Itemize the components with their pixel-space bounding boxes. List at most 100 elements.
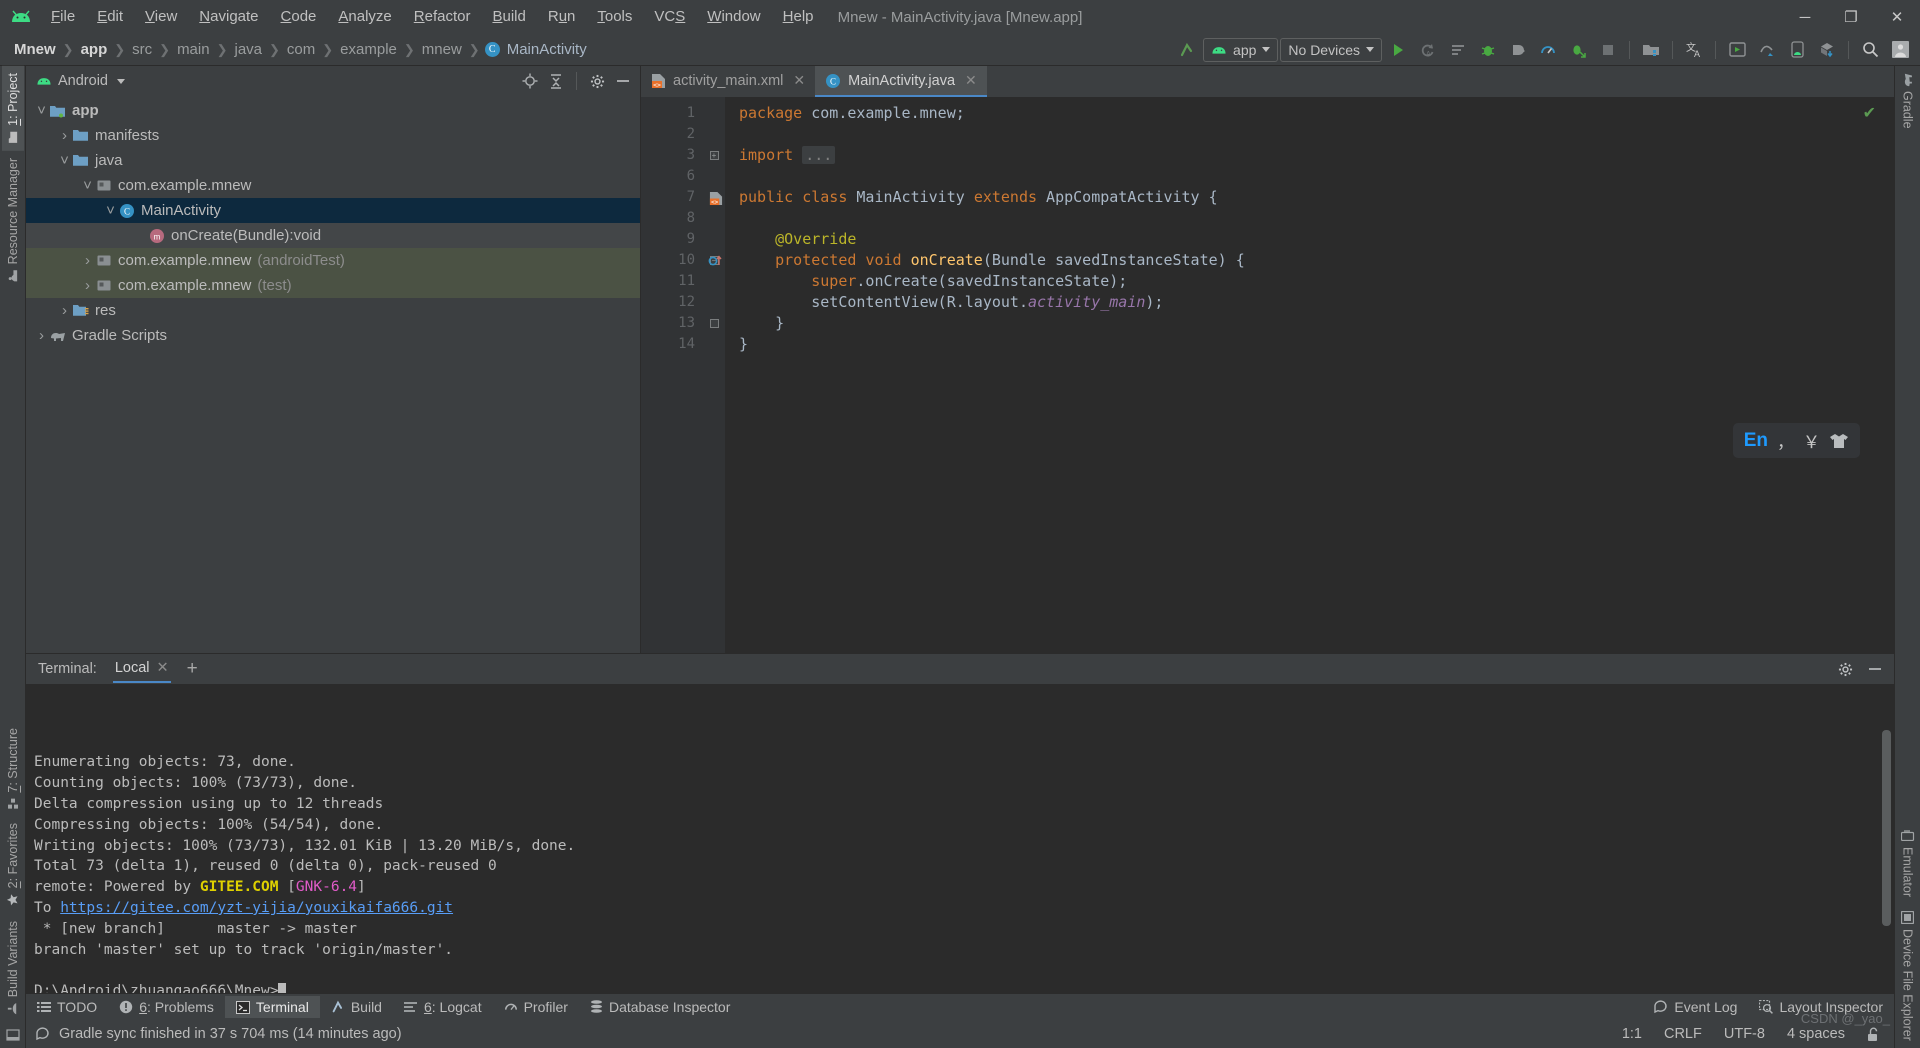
menu-file[interactable]: File [40,4,86,30]
chevron-down-icon[interactable]: ˅ [103,202,118,219]
breadcrumb-item-6[interactable]: example [338,41,399,58]
profiler-icon[interactable] [1534,37,1562,63]
override-method-gutter-icon[interactable] [707,252,725,270]
terminal-scrollbar[interactable] [1882,730,1891,926]
locate-icon[interactable] [519,70,541,92]
sidebar-item-emulator[interactable]: Emulator [1897,821,1919,904]
project-view-selector[interactable]: Android [36,73,125,89]
menu-bar[interactable]: File Edit View Navigate Code Analyze Ref… [40,4,825,30]
tool-button-database-inspector[interactable]: Database Inspector [579,996,741,1018]
tool-button-event-log[interactable]: Event Log [1643,996,1748,1018]
file-encoding[interactable]: UTF-8 [1724,1026,1765,1042]
tool-button-todo[interactable]: TODO [26,996,108,1018]
tool-button-problems[interactable]: 6: Problems [108,996,225,1018]
add-terminal-tab-button[interactable]: + [187,658,198,680]
chevron-right-icon[interactable]: › [80,277,95,294]
terminal-tab-local[interactable]: Local ✕ [112,655,171,683]
plus-icon[interactable]: + [709,151,719,160]
ime-punctuation-toggle[interactable]: ， [1777,428,1794,453]
avd-manager-icon[interactable] [1723,37,1751,63]
attach-debugger-icon[interactable] [1504,37,1532,63]
search-everywhere-icon[interactable] [1856,37,1884,63]
unlocked-icon[interactable] [1867,1027,1880,1042]
ime-floating-toolbar[interactable]: En ， ￥ [1732,423,1860,458]
sdk-download-icon[interactable] [1813,37,1841,63]
breadcrumb-item-4[interactable]: java [232,41,264,58]
make-project-icon[interactable] [1173,37,1201,63]
ime-language-label[interactable]: En [1744,430,1768,452]
breadcrumb-item-7[interactable]: mnew [420,41,464,58]
sidebar-item-structure[interactable]: 7: Structure [2,721,24,817]
tree-row-res[interactable]: › res [26,298,640,323]
hide-icon[interactable] [1864,658,1886,680]
tree-row-package-test[interactable]: › com.example.mnew (test) [26,273,640,298]
sidebar-item-device-file-explorer[interactable]: Device File Explorer [1897,904,1919,1048]
sidebar-item-gradle[interactable]: Gradle [1896,66,1919,136]
inspection-status-icon[interactable]: ✔ [1863,103,1876,123]
fold-end-icon[interactable] [709,319,719,328]
menu-window[interactable]: Window [696,4,771,30]
run-icon[interactable] [1384,37,1412,63]
debug-icon[interactable] [1474,37,1502,63]
hide-icon[interactable] [612,70,634,92]
close-icon[interactable]: ✕ [157,660,169,676]
breadcrumb-item-0[interactable]: Mnew [12,41,58,58]
device-selector[interactable]: No Devices [1280,37,1382,62]
sidebar-item-resource-manager[interactable]: Resource Manager [2,151,24,289]
tab-activity-main-xml[interactable]: <> activity_main.xml ✕ [641,66,815,97]
close-icon[interactable]: ✕ [965,72,977,89]
chevron-down-icon[interactable]: ˅ [57,152,72,169]
chevron-right-icon[interactable]: › [57,127,72,144]
settings-gear-icon[interactable] [586,70,608,92]
menu-view[interactable]: View [134,4,188,30]
tool-button-terminal[interactable]: Terminal [224,996,320,1018]
event-log-icon[interactable] [36,1027,50,1041]
tree-row-package-main[interactable]: ˅ com.example.mnew [26,173,640,198]
menu-vcs[interactable]: VCS [643,4,696,30]
tool-button-layout-inspector[interactable]: Layout Inspector [1748,996,1894,1018]
minimize-button[interactable]: ─ [1782,0,1828,34]
tool-button-profiler[interactable]: Profiler [493,996,579,1018]
menu-code[interactable]: Code [270,4,328,30]
settings-gear-icon[interactable] [1834,658,1856,680]
terminal-output[interactable]: Enumerating objects: 73, done. Counting o… [26,684,1894,993]
indent-setting[interactable]: 4 spaces [1787,1026,1845,1042]
project-tree[interactable]: ˅ app › manifests ˅ java ˅ com.example.m… [26,96,640,653]
menu-help[interactable]: Help [772,4,825,30]
ime-skin-icon[interactable] [1829,433,1849,449]
code-editor[interactable]: 1 2 3 6 7 <> 8 9 10 11 12 13 14 + − pack… [641,97,1894,653]
close-icon[interactable]: ✕ [793,72,805,89]
xml-layout-gutter-icon[interactable]: <> [707,189,725,207]
tree-row-oncreate-method[interactable]: m onCreate(Bundle):void [26,223,640,248]
menu-navigate[interactable]: Navigate [188,4,269,30]
layout-editor-icon[interactable] [1753,37,1781,63]
tab-mainactivity-java[interactable]: C MainActivity.java ✕ [815,66,987,97]
collapse-all-icon[interactable] [545,70,567,92]
breadcrumb-item-2[interactable]: src [130,41,154,58]
breadcrumb-item-8[interactable]: MainActivity [505,41,589,58]
menu-edit[interactable]: Edit [86,4,134,30]
tree-row-manifests[interactable]: › manifests [26,123,640,148]
breadcrumb-item-1[interactable]: app [79,41,110,58]
tool-button-logcat[interactable]: 6: Logcat [393,996,493,1018]
chevron-right-icon[interactable]: › [34,327,49,344]
translate-icon[interactable]: 文A [1680,37,1708,63]
menu-run[interactable]: Run [537,4,587,30]
sidebar-item-favorites[interactable]: 2: Favorites [2,816,24,913]
sidebar-item-bottom-toggle[interactable] [2,1022,24,1048]
menu-tools[interactable]: Tools [586,4,643,30]
tree-row-package-androidtest[interactable]: › com.example.mnew (androidTest) [26,248,640,273]
run-with-coverage-icon[interactable] [1444,37,1472,63]
user-avatar-icon[interactable] [1886,37,1914,63]
device-manager-icon[interactable] [1783,37,1811,63]
sdk-manager-icon[interactable] [1637,37,1665,63]
chevron-right-icon[interactable]: › [80,252,95,269]
menu-analyze[interactable]: Analyze [327,4,402,30]
sidebar-item-build-variants[interactable]: Build Variants [2,914,24,1022]
menu-refactor[interactable]: Refactor [403,4,482,30]
rerun-icon[interactable]: A [1414,37,1442,63]
tree-row-java[interactable]: ˅ java [26,148,640,173]
fold-end-oncreate[interactable] [703,313,725,334]
chevron-down-icon[interactable]: ˅ [80,177,95,194]
breadcrumb-item-3[interactable]: main [175,41,212,58]
